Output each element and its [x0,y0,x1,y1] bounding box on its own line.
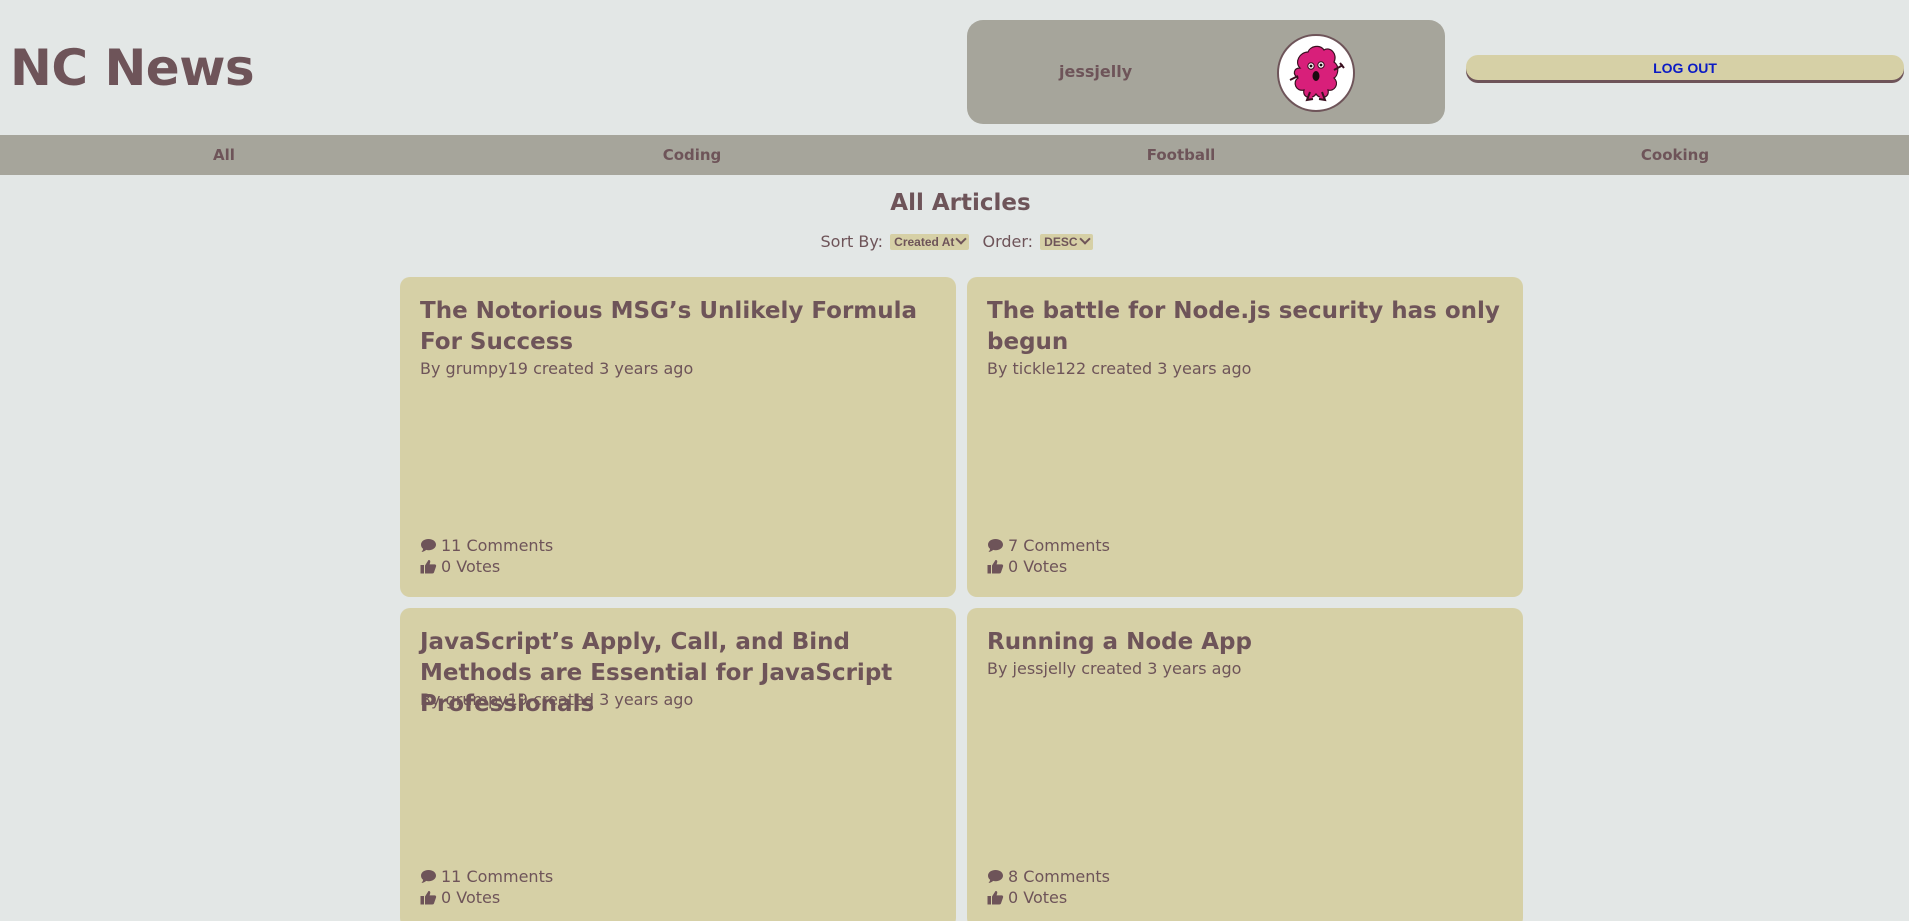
topic-nav: All Coding Football Cooking [0,135,1909,175]
page-title: All Articles [890,190,1031,216]
user-card: jessjelly [967,20,1445,124]
article-byline: By jessjelly created 3 years ago [987,659,1242,678]
nav-item-all[interactable]: All [200,135,248,175]
username: jessjelly [1059,62,1133,81]
logout-button[interactable]: LOG OUT [1466,55,1904,80]
article-card[interactable]: The Notorious MSG’s Unlikely Formula For… [400,277,956,597]
article-byline: By tickle122 created 3 years ago [987,359,1252,378]
chevron-down-icon [1078,232,1091,245]
article-card[interactable]: JavaScript’s Apply, Call, and Bind Metho… [400,608,956,922]
site-title[interactable]: NC News [10,38,255,98]
order-label: Order: [982,232,1034,251]
sort-by-value: Created At [894,234,955,249]
sort-by-label: Sort By: [820,232,884,251]
header: NC News jessjelly LOG OUT [0,0,1909,135]
vote-count-text: 0 Votes [1008,557,1068,576]
article-card[interactable]: The battle for Node.js security has only… [967,277,1523,597]
nav-item-cooking[interactable]: Cooking [1636,135,1714,175]
comment-count-text: 7 Comments [1008,536,1110,555]
vote-count-text: 0 Votes [441,557,501,576]
thumbs-up-icon [420,890,437,905]
page: NC News jessjelly LOG OUT All Coding Foo… [0,0,1909,922]
vote-count: 0 Votes [987,887,1067,908]
jelly-monster-icon [1289,45,1345,102]
chevron-down-icon [955,232,968,245]
thumbs-up-icon [420,559,437,574]
comment-icon [987,538,1004,553]
comment-icon [987,869,1004,884]
nav-item-coding[interactable]: Coding [655,135,729,175]
comment-count-text: 11 Comments [441,867,554,886]
order-value: DESC [1044,234,1078,249]
comment-count: 7 Comments [987,535,1110,556]
vote-count: 0 Votes [420,887,500,908]
sort-controls: Sort By: Created At Order: DESC [0,231,1909,251]
order-select[interactable]: DESC [1040,232,1093,250]
thumbs-up-icon [987,890,1004,905]
article-title[interactable]: The Notorious MSG’s Unlikely Formula For… [420,296,940,358]
vote-count: 0 Votes [420,556,500,577]
comment-count: 11 Comments [420,866,553,887]
vote-count: 0 Votes [987,556,1067,577]
article-byline: By grumpy19 created 3 years ago [420,359,694,378]
comment-count: 11 Comments [420,535,553,556]
vote-count-text: 0 Votes [1008,888,1068,907]
comment-icon [420,538,437,553]
comment-icon [420,869,437,884]
avatar [1277,34,1355,112]
comment-count: 8 Comments [987,866,1110,887]
comment-count-text: 8 Comments [1008,867,1110,886]
vote-count-text: 0 Votes [441,888,501,907]
thumbs-up-icon [987,559,1004,574]
article-title[interactable]: Running a Node App [987,627,1507,658]
article-byline: By grumpy19 created 3 years ago [420,690,694,709]
sort-by-select[interactable]: Created At [890,232,970,250]
article-title[interactable]: The battle for Node.js security has only… [987,296,1507,358]
article-card[interactable]: Running a Node App By jessjelly created … [967,608,1523,922]
comment-count-text: 11 Comments [441,536,554,555]
nav-item-football[interactable]: Football [1141,135,1221,175]
